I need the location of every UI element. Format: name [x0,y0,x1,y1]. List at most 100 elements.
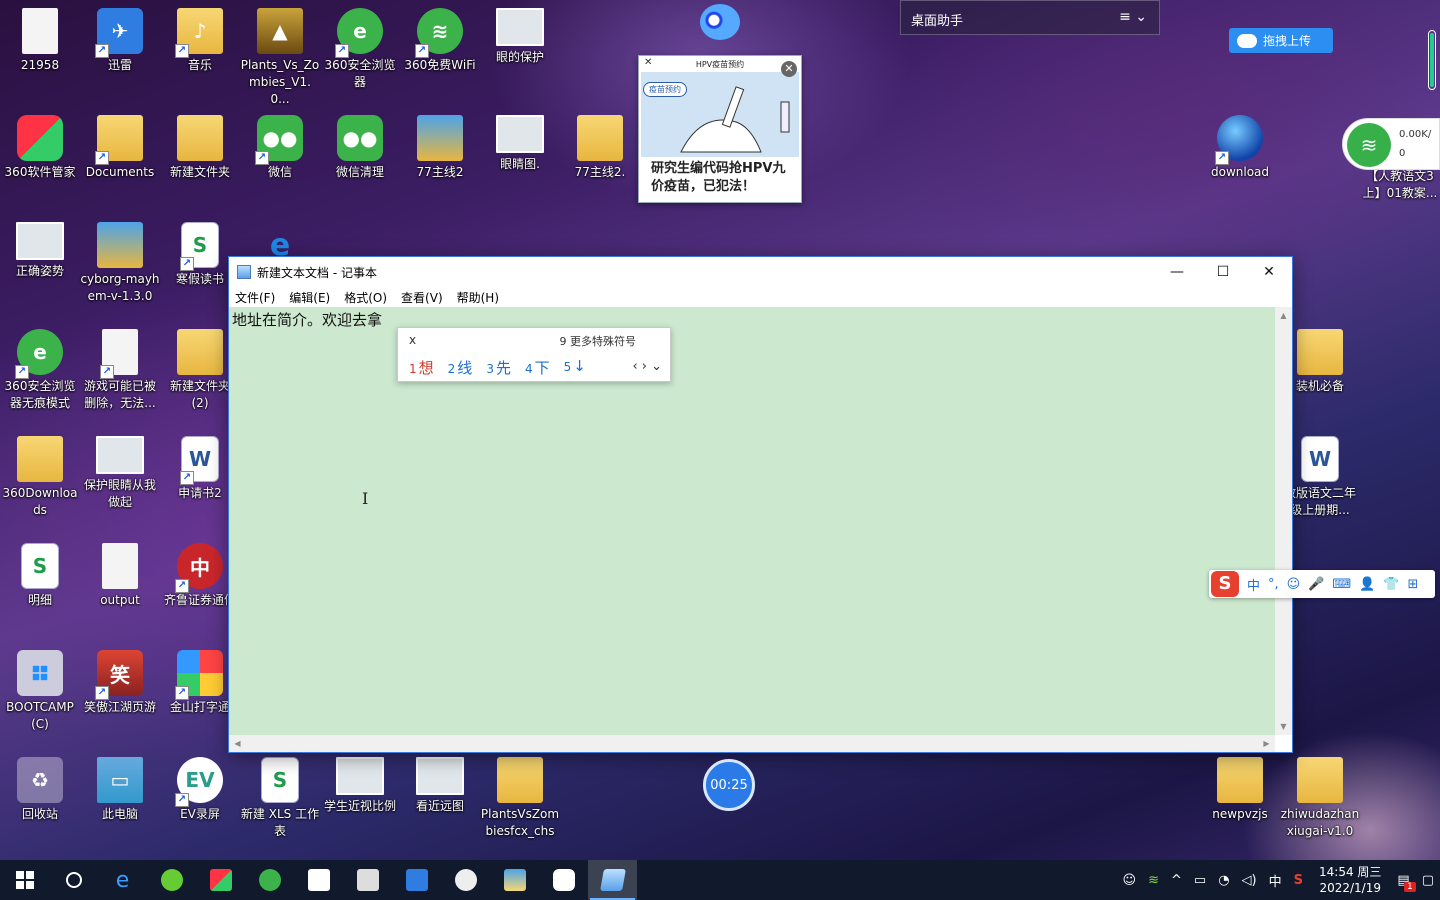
notification-center-icon[interactable]: ▤ 1 [1391,873,1416,892]
scroll-up-icon[interactable]: ▲ [1275,307,1292,324]
desktop-icon-renjiao[interactable]: 【人教语文3上】01教案... [1360,168,1440,202]
battery-icon[interactable]: ▭ [1188,873,1212,888]
desktop-icon-newpvzjs[interactable]: newpvzjs [1200,757,1280,823]
desktop-icon-near-far[interactable]: 看近远图 [400,757,480,815]
microphone-icon[interactable]: 🎤 [1308,577,1324,592]
desktop-icon-360incognito[interactable]: e360安全浏览器无痕模式 [0,329,80,412]
desktop-icon-360softmgr[interactable]: 360软件管家 [0,115,80,181]
desktop-icon-eye-protect[interactable]: 眼的保护 [480,8,560,66]
desktop-icon-this-pc[interactable]: ▭ 此电脑 [80,757,160,823]
owl-mascot-icon[interactable] [700,4,740,40]
taskbar-baidu-netdisk[interactable] [539,860,588,900]
text-editor[interactable]: 地址在简介。欢迎去拿 [229,307,1275,735]
taskbar-store[interactable] [294,860,343,900]
taskbar-xunlei[interactable] [392,860,441,900]
search-button[interactable] [49,860,98,900]
desktop-icon-download[interactable]: download [1200,115,1280,181]
taskbar-360-browser[interactable] [245,860,294,900]
ime-indicator[interactable]: 中 [1263,871,1288,890]
taskbar-file-explorer[interactable] [490,860,539,900]
desktop-icon-360downloads[interactable]: 360Downloads [0,436,80,519]
start-button[interactable] [0,860,49,900]
ime-candidate[interactable]: 2线 [448,357,473,378]
ime-candidate[interactable]: 4下 [525,357,550,378]
desktop-icon-77main2[interactable]: 77主线2 [400,115,480,181]
wifi-tray-icon[interactable]: ≋ [1142,873,1165,888]
recording-timer[interactable]: 00:25 [703,759,755,811]
desktop-icon-zhiwudazhan[interactable]: zhiwudazhanxiugai-v1.0 [1280,757,1360,840]
ime-candidate[interactable]: 1想 [409,357,434,378]
menu-edit[interactable]: 编辑(E) [289,289,330,306]
desktop-icon-eye-diagram[interactable]: 眼睛图. [480,115,560,173]
desktop-icon-wechat[interactable]: ●●微信 [240,115,320,181]
desktop-icon-pvz-fcx[interactable]: PlantsVsZombiesfcx_chs [480,757,560,840]
desktop-icon-details[interactable]: S 明细 [0,543,80,609]
drag-upload-button[interactable]: 拖拽上传 [1229,28,1333,53]
sogou-logo-icon[interactable]: S [1211,571,1239,597]
skin-icon[interactable]: 👕 [1383,577,1399,592]
taskbar-pinwheel-app[interactable] [441,860,490,900]
close-icon[interactable]: ✕ [644,57,652,68]
scroll-left-icon[interactable]: ◀ [229,735,246,752]
desktop-icon-bootcamp[interactable]: BOOTCAMP (C) [0,650,80,733]
network-icon[interactable]: ◔ [1212,873,1235,888]
menu-view[interactable]: 查看(V) [401,289,443,306]
keyboard-icon[interactable]: ⌨ [1332,577,1351,592]
vertical-scrollbar[interactable]: ▲ ▼ [1275,307,1292,735]
desktop-icon-21958[interactable]: 21958 [0,8,80,74]
emoji-icon[interactable]: ☺ [1287,577,1301,592]
people-icon[interactable]: ☺ [1117,873,1143,888]
sogou-tray-icon[interactable]: S [1288,873,1309,888]
desktop-icon-posture[interactable]: 正确姿势 [0,222,80,280]
volume-icon[interactable]: ◁) [1236,873,1263,888]
hpv-ad-popup[interactable]: ✕ HPV疫苗预约 疫苗预约 ✕ 研究生编代码抢HPV九价疫苗，已犯法！ [638,55,802,203]
desktop-icon-myopia-ratio[interactable]: 学生近视比例 [320,757,400,815]
desktop-icon-xiaoao[interactable]: 笑笑傲江湖页游 [80,650,160,716]
desktop-icon-output[interactable]: output [80,543,160,609]
desktop-scroll-indicator[interactable] [1428,30,1436,90]
horizontal-scrollbar[interactable]: ◀ ▶ [229,735,1275,752]
minimize-button[interactable]: — [1154,257,1200,287]
desktop-icon-documents[interactable]: Documents [80,115,160,181]
desktop-icon-new-folder[interactable]: 新建文件夹 [160,115,240,181]
menu-format[interactable]: 格式(O) [344,289,387,306]
desktop-icon-cyborg[interactable]: cyborg-mayhem-v-1.3.0 [80,222,160,305]
hamburger-menu-icon[interactable]: ≡ ⌄ [1119,9,1147,25]
desktop-icon-new-xls[interactable]: S 新建 XLS 工作表 [240,757,320,840]
taskbar-clock[interactable]: 14:54 周三 2022/1/19 [1309,864,1391,896]
taskbar-360-guard[interactable] [147,860,196,900]
taskbar-ie[interactable]: e [98,860,147,900]
scroll-down-icon[interactable]: ▼ [1275,718,1292,735]
desktop-icon-protect-eyes[interactable]: 保护眼睛从我做起 [80,436,160,511]
desktop-icon-recycle-bin[interactable]: ♻ 回收站 [0,757,80,823]
desktop-icon-pvz[interactable]: ▲ Plants_Vs_Zombies_V1.0... [240,8,320,108]
network-speed-widget[interactable]: ≋ 0.00K/ 0 [1342,118,1440,170]
ime-candidate[interactable]: 3先 [486,357,511,378]
menu-help[interactable]: 帮助(H) [457,289,499,306]
desktop-icon-ev-recorder[interactable]: EVEV录屏 [160,757,240,823]
chevron-up-icon[interactable]: ^ [1165,873,1188,888]
user-icon[interactable]: 👤 [1359,577,1375,592]
ime-lang-toggle[interactable]: 中 [1247,575,1260,594]
ime-page-nav[interactable]: ‹ › ⌄ [632,359,662,374]
desktop-icon-77main2-b[interactable]: 77主线2. [560,115,640,181]
taskbar-print-app[interactable] [343,860,392,900]
ime-candidate[interactable]: 5 ↓ [564,357,586,378]
desktop-helper-bar[interactable]: 桌面助手 ≡ ⌄ [900,0,1160,35]
toolbox-icon[interactable]: ⊞ [1408,577,1419,592]
desktop-icon-360browser[interactable]: e360安全浏览器 [320,8,400,91]
taskbar-notepad[interactable] [588,860,637,900]
desktop-icon-wechat-clean[interactable]: ●● 微信清理 [320,115,400,181]
desktop-icon-music[interactable]: ♪音乐 [160,8,240,74]
punctuation-toggle[interactable]: °, [1268,577,1279,592]
desktop-icon-360wifi[interactable]: ≋360免费WiFi [400,8,480,74]
menu-file[interactable]: 文件(F) [235,289,275,306]
desktop-icon-xunlei[interactable]: ✈迅雷 [80,8,160,74]
taskbar-360-softmgr[interactable] [196,860,245,900]
close-button[interactable]: ✕ [1246,257,1292,287]
ad-close-button[interactable]: ✕ [781,61,797,77]
title-bar[interactable]: 新建文本文档 - 记事本 — ☐ ✕ [229,257,1292,287]
ime-more-symbols[interactable]: 9 更多特殊符号 [560,333,637,349]
scroll-right-icon[interactable]: ▶ [1258,735,1275,752]
desktop-icon-game-deleted[interactable]: 游戏可能已被删除，无法... [80,329,160,412]
